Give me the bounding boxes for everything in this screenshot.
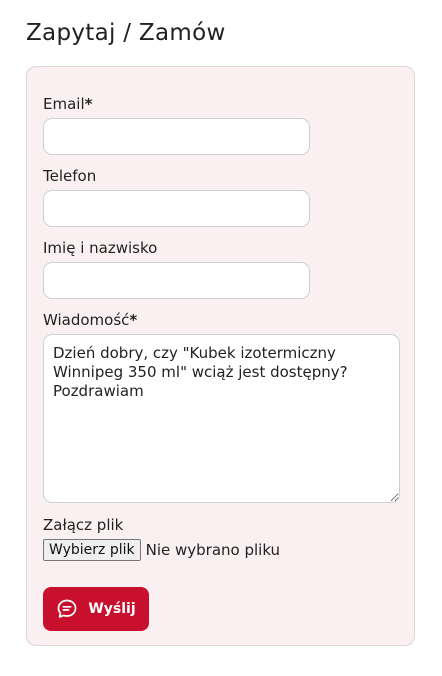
phone-field[interactable] <box>43 190 310 227</box>
message-textarea[interactable]: Dzień dobry, czy "Kubek izotermiczny Win… <box>43 334 400 503</box>
message-label: Wiadomość* <box>43 311 137 329</box>
file-status-text: Nie wybrano pliku <box>145 541 281 559</box>
email-field[interactable] <box>43 118 310 155</box>
email-label-text: Email <box>43 95 85 113</box>
message-required-mark: * <box>129 311 138 329</box>
page-title: Zapytaj / Zamów <box>26 20 226 46</box>
message-label-text: Wiadomość <box>43 311 130 329</box>
chat-bubble-icon <box>56 598 78 620</box>
email-label: Email* <box>43 95 92 113</box>
email-required-mark: * <box>84 95 93 113</box>
file-input: Wybierz plik Nie wybrano pliku <box>43 539 280 561</box>
name-label: Imię i nazwisko <box>43 239 158 257</box>
submit-button[interactable]: Wyślij <box>43 587 149 631</box>
submit-button-label: Wyślij <box>88 601 136 617</box>
name-field[interactable] <box>43 262 310 299</box>
attachment-label: Załącz plik <box>43 516 124 534</box>
phone-label: Telefon <box>43 167 97 185</box>
choose-file-button[interactable]: Wybierz plik <box>43 539 141 561</box>
